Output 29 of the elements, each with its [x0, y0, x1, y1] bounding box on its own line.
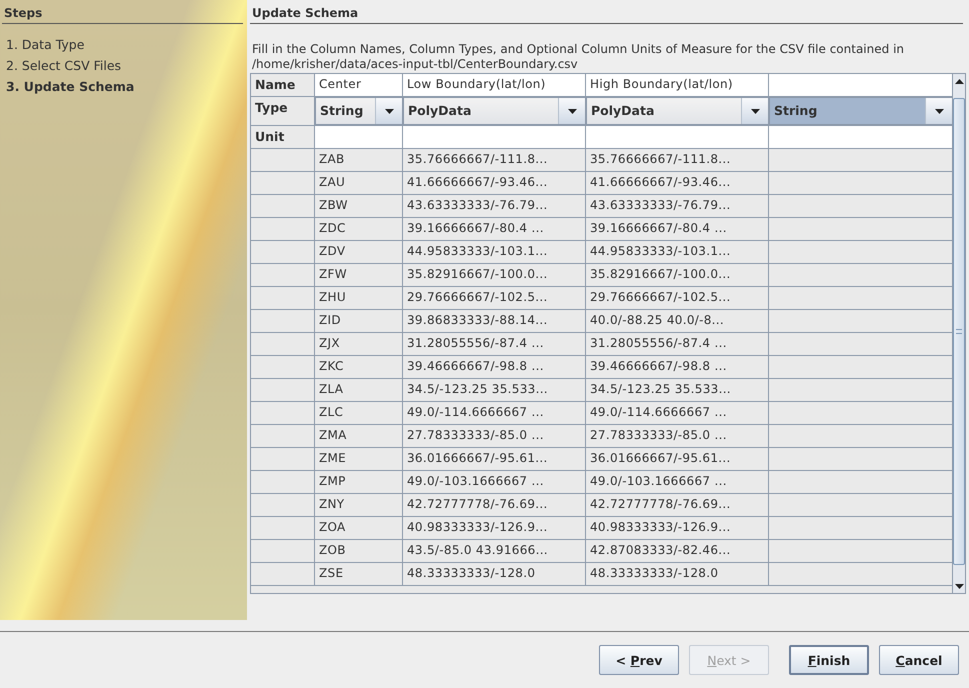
- caret-icon: [934, 108, 944, 114]
- panel-title: Update Schema: [250, 4, 963, 24]
- column-name-field[interactable]: High Boundary(lat/lon): [586, 74, 769, 96]
- type-dropdown[interactable]: String: [315, 97, 403, 125]
- sidebar-title: Steps: [2, 4, 243, 24]
- type-dropdown[interactable]: String: [769, 97, 952, 125]
- caret-icon: [750, 108, 760, 114]
- wizard-button[interactable]: Finish: [789, 645, 869, 675]
- column-name-field[interactable]: Center: [315, 74, 403, 96]
- step-item: 3. Update Schema: [6, 78, 136, 96]
- wizard-button[interactable]: Cancel: [879, 645, 959, 675]
- type-dropdown[interactable]: PolyData: [586, 97, 769, 125]
- scroll-up-icon[interactable]: [954, 78, 964, 84]
- vertical-scrollbar[interactable]: [952, 74, 965, 593]
- wizard-button[interactable]: < Prev: [599, 645, 679, 675]
- column-name-field[interactable]: [769, 74, 952, 96]
- scroll-thumb[interactable]: [953, 98, 965, 565]
- description-text: Fill in the Column Names, Column Types, and Optional Column Units of Measure for the CSV file contained in /home/krisher/data/aces-input-tbl/CenterBoundary.csv: [252, 42, 906, 72]
- unit-field[interactable]: [403, 126, 586, 148]
- unit-field[interactable]: [769, 126, 952, 148]
- caret-icon: [384, 108, 394, 114]
- unit-field[interactable]: [315, 126, 403, 148]
- step-item: 2. Select CSV Files: [6, 57, 122, 75]
- caret-icon: [568, 108, 576, 114]
- type-dropdown[interactable]: PolyData: [403, 97, 586, 125]
- column-name-field[interactable]: Low Boundary(lat/lon): [403, 74, 586, 96]
- step-item: 1. Data Type: [6, 36, 86, 54]
- unit-field[interactable]: [586, 126, 769, 148]
- scroll-down-icon[interactable]: [954, 584, 964, 588]
